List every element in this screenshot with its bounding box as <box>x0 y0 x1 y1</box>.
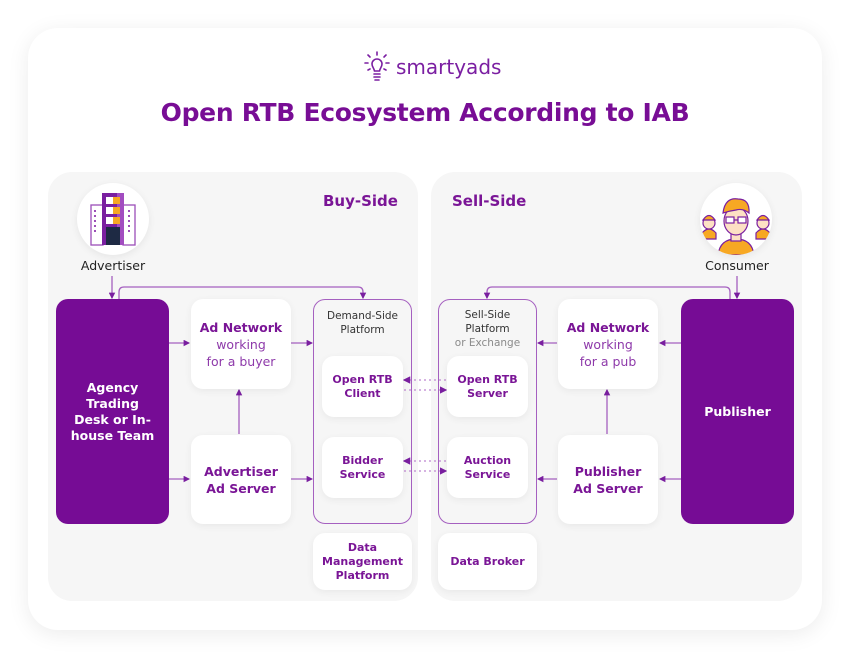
publisher-ad-server-box: Publisher Ad Server <box>558 435 658 524</box>
buyer-ad-network-box: Ad Network working for a buyer <box>191 299 291 389</box>
open-rtb-server-line2: Server <box>467 386 508 400</box>
ssp-title-line3: or Exchange <box>454 337 521 349</box>
dmp-line3: Platform <box>335 568 390 582</box>
dmp-line1: Data <box>347 540 378 554</box>
pub-ad-network-title: Ad Network <box>566 319 650 335</box>
advertiser-ad-server-line1: Advertiser <box>204 463 278 479</box>
bidder-service-box: Bidder Service <box>322 437 403 498</box>
ssp-title-line2: Platform <box>465 323 510 335</box>
open-rtb-client-line1: Open RTB <box>332 372 393 386</box>
open-rtb-server-box: Open RTB Server <box>447 356 528 417</box>
advertiser-label: Advertiser <box>80 258 146 273</box>
publisher-ad-server-line2: Ad Server <box>573 480 643 496</box>
lightbulb-icon <box>364 51 390 81</box>
dsp-title-line2: Platform <box>340 324 385 336</box>
advertiser-ad-server-line2: Ad Server <box>206 480 276 496</box>
brand-name: smartyads <box>396 55 502 79</box>
building-icon <box>90 193 136 246</box>
consumer-group-icon <box>701 198 771 255</box>
pub-ad-network-line1: working <box>583 336 633 352</box>
open-rtb-client-box: Open RTB Client <box>322 356 403 417</box>
dsp-title-line1: Demand-Side <box>326 310 399 322</box>
data-management-platform-box: Data Management Platform <box>313 533 412 590</box>
buy-side-label: Buy-Side <box>323 192 398 210</box>
consumer-label: Consumer <box>705 258 769 273</box>
sell-side-label: Sell-Side <box>452 192 527 210</box>
buyer-ad-network-line1: working <box>216 336 266 352</box>
buyer-ad-network-line2: for a buyer <box>206 353 276 369</box>
agency-trading-desk-label: Agency Trading Desk or In-house Team <box>70 379 155 443</box>
auction-service-box: Auction Service <box>447 437 528 498</box>
publisher-ad-server-line1: Publisher <box>574 463 642 479</box>
publisher-box: Publisher <box>681 299 794 524</box>
auction-service-line1: Auction <box>463 453 512 467</box>
publisher-label: Publisher <box>704 403 771 419</box>
agency-trading-desk-box: Agency Trading Desk or In-house Team <box>56 299 169 524</box>
dmp-line2: Management <box>322 554 403 568</box>
consumer-avatar <box>700 183 772 255</box>
advertiser-ad-server-box: Advertiser Ad Server <box>191 435 291 524</box>
data-broker-box: Data Broker <box>438 533 537 590</box>
pub-ad-network-line2: for a pub <box>579 353 637 369</box>
auction-service-line2: Service <box>464 467 511 481</box>
advertiser-avatar <box>77 183 149 255</box>
data-broker-label: Data Broker <box>450 554 525 568</box>
pub-ad-network-box: Ad Network working for a pub <box>558 299 658 389</box>
brand-logo: smartyads <box>362 50 501 84</box>
buyer-ad-network-title: Ad Network <box>199 319 283 335</box>
page-title: Open RTB Ecosystem According to IAB <box>160 98 690 127</box>
open-rtb-client-line2: Client <box>344 386 381 400</box>
bidder-service-line1: Bidder <box>342 453 383 467</box>
open-rtb-server-line1: Open RTB <box>457 372 518 386</box>
ssp-title-line1: Sell-Side <box>464 309 511 321</box>
bidder-service-line2: Service <box>339 467 386 481</box>
